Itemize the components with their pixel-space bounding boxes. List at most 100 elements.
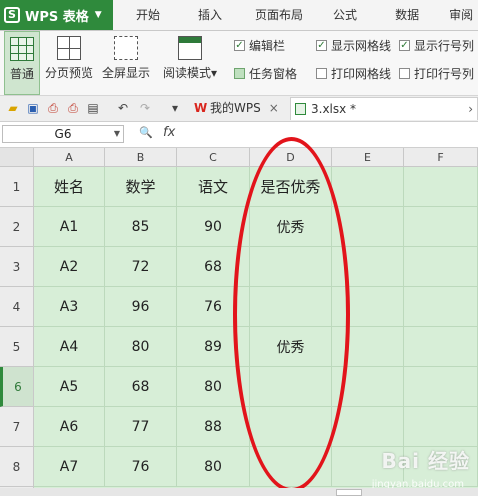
doc-tab-3xlsx[interactable]: 3.xlsx * › [290, 97, 478, 120]
show-gridlines-checkbox[interactable]: 显示网格线 [316, 37, 391, 53]
tab-insert[interactable]: 插入 [198, 0, 222, 30]
cell-e6[interactable] [332, 367, 404, 407]
cell-e7[interactable] [332, 407, 404, 447]
undo-icon[interactable]: ↶ [116, 101, 130, 115]
cell-f2[interactable] [404, 207, 478, 247]
cell-b8[interactable]: 76 [105, 447, 177, 487]
cell-c1[interactable]: 语文 [177, 167, 250, 207]
close-icon[interactable]: × [269, 101, 279, 115]
cell-e3[interactable] [332, 247, 404, 287]
column-header-f[interactable]: F [404, 148, 478, 167]
cell-b2[interactable]: 85 [105, 207, 177, 247]
cell-c6[interactable]: 80 [177, 367, 250, 407]
horizontal-scrollbar[interactable] [0, 488, 478, 496]
name-box[interactable]: G6 ▼ [2, 125, 124, 143]
insert-function-icon[interactable]: fx [163, 125, 175, 140]
row-header-3[interactable]: 3 [0, 247, 34, 287]
cell-a5[interactable]: A4 [34, 327, 105, 367]
tab-formulas[interactable]: 公式 [333, 0, 357, 30]
export-pdf-icon[interactable]: ⎙ [46, 101, 60, 115]
row-header-8[interactable]: 8 [0, 447, 34, 487]
full-screen-button[interactable]: 全屏显示 [100, 31, 152, 95]
cell-e4[interactable] [332, 287, 404, 327]
formula-bar-checkbox[interactable]: 编辑栏 [234, 37, 285, 53]
cell-e2[interactable] [332, 207, 404, 247]
print-gridlines-label: 打印网格线 [331, 66, 392, 81]
cell-b6[interactable]: 68 [105, 367, 177, 407]
ribbon-tabs: 开始 插入 页面布局 公式 数据 审阅 [113, 0, 473, 30]
row-header-4[interactable]: 4 [0, 287, 34, 327]
cell-d6[interactable] [250, 367, 332, 407]
reading-mode-button[interactable]: 阅读模式▾ [158, 31, 222, 95]
cell-c2[interactable]: 90 [177, 207, 250, 247]
cell-c5[interactable]: 89 [177, 327, 250, 367]
cell-c7[interactable]: 88 [177, 407, 250, 447]
worksheet-grid[interactable]: A B C D E F 1 姓名 数学 语文 是否优秀 2 A1 85 90 优秀 3 A2 72 68 4 A3 96 76… [0, 148, 478, 496]
cell-b7[interactable]: 77 [105, 407, 177, 447]
save-icon[interactable]: ▣ [26, 101, 40, 115]
cell-b1[interactable]: 数学 [105, 167, 177, 207]
column-header-e[interactable]: E [332, 148, 404, 167]
cell-b3[interactable]: 72 [105, 247, 177, 287]
cell-d5[interactable]: 优秀 [250, 327, 332, 367]
tab-review[interactable]: 审阅 [449, 0, 473, 30]
show-headings-checkbox[interactable]: 显示行号列 [399, 37, 474, 53]
normal-view-button[interactable]: 普通 [4, 31, 40, 95]
row-header-5[interactable]: 5 [0, 327, 34, 367]
sheet-tab-icon[interactable] [336, 489, 362, 496]
cell-a7[interactable]: A6 [34, 407, 105, 447]
zoom-icon[interactable]: 🔍 [139, 126, 153, 139]
cell-f4[interactable] [404, 287, 478, 327]
chevron-down-icon[interactable]: ▾ [168, 101, 182, 115]
cell-a1[interactable]: 姓名 [34, 167, 105, 207]
cell-a3[interactable]: A2 [34, 247, 105, 287]
tab-data[interactable]: 数据 [395, 0, 419, 30]
row-header-1[interactable]: 1 [0, 167, 34, 207]
cell-d3[interactable] [250, 247, 332, 287]
cell-b5[interactable]: 80 [105, 327, 177, 367]
cell-f1[interactable] [404, 167, 478, 207]
cell-e5[interactable] [332, 327, 404, 367]
cell-c8[interactable]: 80 [177, 447, 250, 487]
cell-d2[interactable]: 优秀 [250, 207, 332, 247]
cell-d1[interactable]: 是否优秀 [250, 167, 332, 207]
cell-d4[interactable] [250, 287, 332, 327]
cell-c4[interactable]: 76 [177, 287, 250, 327]
print-gridlines-checkbox[interactable]: 打印网格线 [316, 65, 391, 81]
cell-f6[interactable] [404, 367, 478, 407]
full-screen-label: 全屏显示 [101, 66, 150, 80]
column-header-d[interactable]: D [250, 148, 332, 167]
tab-page-layout[interactable]: 页面布局 [255, 0, 303, 30]
cell-f3[interactable] [404, 247, 478, 287]
row-header-2[interactable]: 2 [0, 207, 34, 247]
cell-d7[interactable] [250, 407, 332, 447]
redo-icon[interactable]: ↷ [138, 101, 152, 115]
cell-b4[interactable]: 96 [105, 287, 177, 327]
chevron-down-icon[interactable]: ▼ [114, 126, 120, 142]
cell-a8[interactable]: A7 [34, 447, 105, 487]
cell-e1[interactable] [332, 167, 404, 207]
select-all-corner[interactable] [0, 148, 34, 167]
cell-c3[interactable]: 68 [177, 247, 250, 287]
print-preview-icon[interactable]: ▤ [86, 101, 100, 115]
cell-f7[interactable] [404, 407, 478, 447]
task-pane-checkbox[interactable]: 任务窗格 [234, 65, 297, 81]
cell-a2[interactable]: A1 [34, 207, 105, 247]
app-menu-button[interactable]: S WPS 表格 ▼ [0, 0, 113, 30]
tab-scroll-right-icon[interactable]: › [468, 98, 473, 121]
column-header-a[interactable]: A [34, 148, 105, 167]
column-header-b[interactable]: B [105, 148, 177, 167]
column-header-c[interactable]: C [177, 148, 250, 167]
cell-d8[interactable] [250, 447, 332, 487]
print-headings-checkbox[interactable]: 打印行号列 [399, 65, 474, 81]
doc-tab-label: 我的WPS [210, 101, 261, 115]
tab-home[interactable]: 开始 [136, 0, 160, 30]
cell-a6[interactable]: A5 [34, 367, 105, 407]
cell-f5[interactable] [404, 327, 478, 367]
row-header-7[interactable]: 7 [0, 407, 34, 447]
open-folder-icon[interactable]: ▰ [6, 101, 20, 115]
cell-a4[interactable]: A3 [34, 287, 105, 327]
row-header-6[interactable]: 6 [0, 367, 34, 407]
print-icon[interactable]: ⎙ [66, 101, 80, 115]
page-break-preview-button[interactable]: 分页预览 [43, 31, 95, 95]
